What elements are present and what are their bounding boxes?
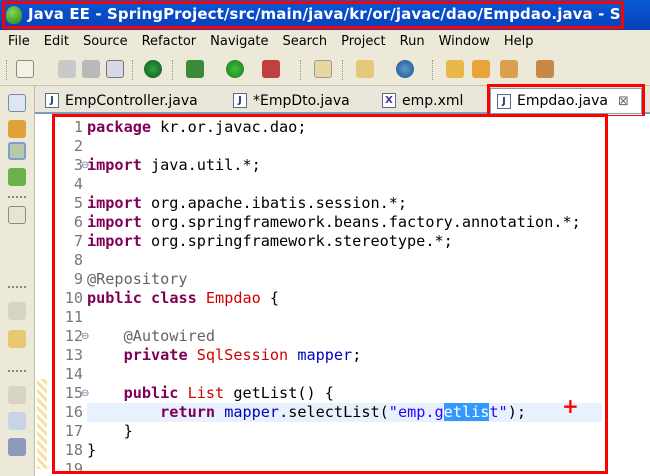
toolbar-separator <box>342 60 344 80</box>
xml-file-icon: X <box>382 93 396 108</box>
toolbar-separator <box>432 60 434 80</box>
hierarchy-icon[interactable] <box>8 142 26 160</box>
open-folder-icon[interactable] <box>446 60 464 78</box>
java-file-icon: J <box>233 93 247 108</box>
editor-highlight-box <box>52 114 608 474</box>
open-type-icon[interactable] <box>314 60 332 78</box>
trim-separator <box>8 196 26 200</box>
properties-icon[interactable] <box>8 438 26 456</box>
menu-file[interactable]: File <box>8 34 30 49</box>
minimized-view-icon[interactable] <box>8 302 26 320</box>
tab-highlight-box <box>487 84 645 118</box>
outline-icon[interactable] <box>8 168 26 186</box>
spring-icon[interactable] <box>144 60 162 78</box>
trim-separator <box>8 286 26 290</box>
task-icon[interactable] <box>8 206 26 224</box>
copy-icon[interactable] <box>8 330 26 348</box>
menu-navigate[interactable]: Navigate <box>210 34 268 49</box>
menu-window[interactable]: Window <box>439 34 490 49</box>
toolbar-separator <box>172 60 174 80</box>
console-icon[interactable] <box>8 412 26 430</box>
new-class-icon[interactable] <box>396 60 414 78</box>
menu-project[interactable]: Project <box>341 34 385 49</box>
toolbar <box>0 52 650 86</box>
title-bar: Java EE - SpringProject/src/main/java/kr… <box>0 0 650 30</box>
new-icon[interactable] <box>16 60 34 78</box>
menu-edit[interactable]: Edit <box>44 34 69 49</box>
menu-source[interactable]: Source <box>83 34 128 49</box>
tab-label: emp.xml <box>402 92 464 109</box>
java-file-icon: J <box>45 93 59 108</box>
toolbar-separator <box>6 60 8 80</box>
trim-separator <box>8 370 26 374</box>
run-icon[interactable] <box>226 60 244 78</box>
menu-help[interactable]: Help <box>504 34 534 49</box>
save-icon[interactable] <box>58 60 76 78</box>
toolbar-separator <box>132 60 134 80</box>
menu-bar: File Edit Source Refactor Navigate Searc… <box>0 30 650 52</box>
restore-icon[interactable] <box>8 94 26 112</box>
tab-emp-xml[interactable]: X emp.xml <box>376 88 486 113</box>
debug-icon[interactable] <box>186 60 204 78</box>
menu-run[interactable]: Run <box>400 34 425 49</box>
tab-empdto[interactable]: J *EmpDto.java <box>227 88 367 113</box>
new-package-icon[interactable] <box>356 60 374 78</box>
left-trim-bar <box>0 86 35 476</box>
title-highlight-box <box>2 1 624 29</box>
tab-label: *EmpDto.java <box>253 92 350 109</box>
save-all-icon[interactable] <box>82 60 100 78</box>
pencil-icon[interactable] <box>500 60 518 78</box>
warning-marker <box>37 379 47 469</box>
external-tools-icon[interactable] <box>262 60 280 78</box>
tab-label: EmpController.java <box>65 92 198 109</box>
menu-search[interactable]: Search <box>282 34 327 49</box>
sun-icon[interactable] <box>8 120 26 138</box>
menu-refactor[interactable]: Refactor <box>142 34 197 49</box>
toolbar-separator <box>300 60 302 80</box>
tab-empcontroller[interactable]: J EmpController.java <box>39 88 209 113</box>
open-folder2-icon[interactable] <box>472 60 490 78</box>
forward-icon[interactable] <box>536 60 554 78</box>
print-icon[interactable] <box>106 60 124 78</box>
minimized-view2-icon[interactable] <box>8 386 26 404</box>
